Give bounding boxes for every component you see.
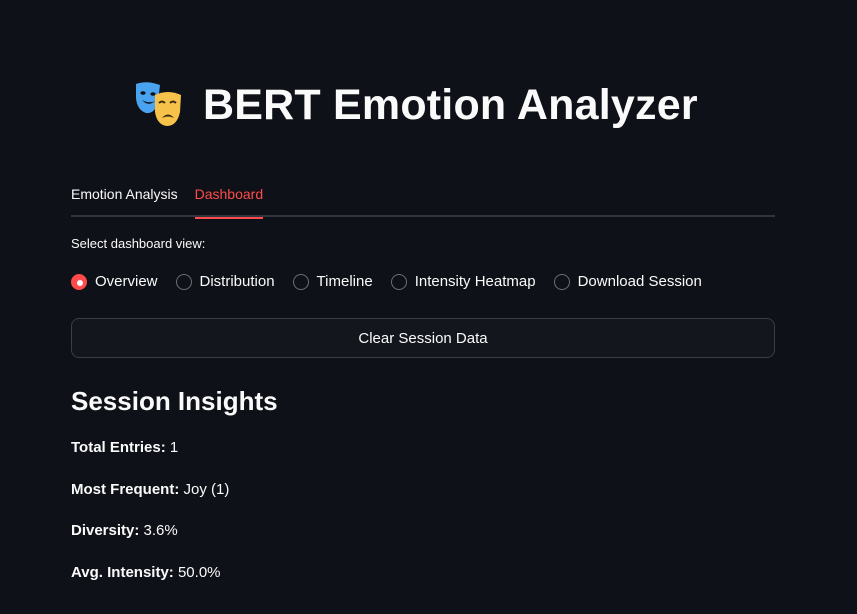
insight-avg-intensity: Avg. Intensity: 50.0% (71, 564, 221, 581)
insight-value: 50.0% (177, 564, 221, 581)
radio-button[interactable] (175, 273, 192, 290)
session-insights-heading: Session Insights (71, 386, 278, 416)
radio-option-overview[interactable]: Overview (71, 273, 158, 290)
insight-diversity: Diversity: 3.6% (71, 522, 178, 539)
radio-button[interactable] (553, 273, 570, 290)
radio-option-intensity-heatmap[interactable]: Intensity Heatmap (390, 273, 536, 290)
insight-label: Diversity: (71, 522, 140, 539)
insight-label: Most Frequent: (71, 481, 180, 498)
insight-most-frequent: Most Frequent: Joy (1) (71, 481, 229, 498)
radio-option-timeline[interactable]: Timeline (292, 273, 373, 290)
radio-option-distribution[interactable]: Distribution (175, 273, 275, 290)
radio-option-label: Intensity Heatmap (414, 273, 536, 290)
insight-label: Total Entries: (71, 439, 166, 456)
radio-option-download-session[interactable]: Download Session (553, 273, 702, 290)
page-title: BERT Emotion Analyzer (203, 80, 698, 129)
radio-option-label: Distribution (199, 273, 275, 290)
performing-arts-masks-icon (133, 80, 183, 130)
radio-option-label: Download Session (577, 273, 702, 290)
tab-dashboard[interactable]: Dashboard (194, 186, 263, 219)
dashboard-view-radio-group: Overview Distribution Timeline Intensity… (71, 273, 702, 290)
insight-total-entries: Total Entries: 1 (71, 439, 178, 456)
insight-value: Joy (1) (183, 481, 230, 498)
insight-value: 1 (169, 439, 179, 456)
radio-option-label: Overview (95, 273, 158, 290)
tab-emotion-analysis[interactable]: Emotion Analysis (71, 186, 178, 217)
insight-label: Avg. Intensity: (71, 564, 174, 581)
page-header: BERT Emotion Analyzer (133, 80, 698, 130)
radio-button[interactable] (390, 273, 407, 290)
insight-value: 3.6% (143, 522, 178, 539)
tab-bar: Emotion Analysis Dashboard (71, 186, 775, 219)
dashboard-view-label: Select dashboard view: (71, 236, 206, 251)
radio-button-selected[interactable] (71, 273, 87, 290)
radio-option-label: Timeline (316, 273, 373, 290)
radio-button[interactable] (292, 273, 309, 290)
clear-session-data-button[interactable]: Clear Session Data (71, 318, 775, 358)
app: BERT Emotion Analyzer Emotion Analysis D… (0, 0, 857, 614)
